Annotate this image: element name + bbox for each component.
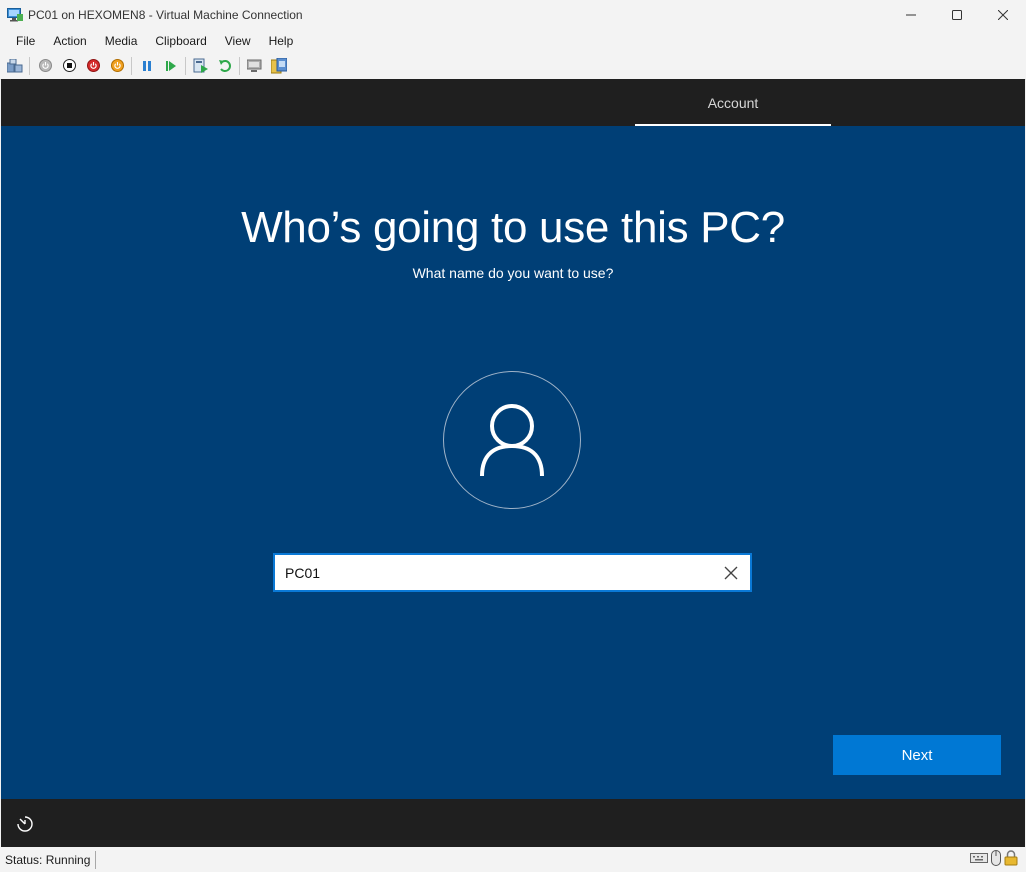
menu-view[interactable]: View <box>216 31 260 51</box>
window-title: PC01 on HEXOMEN8 - Virtual Machine Conne… <box>28 8 303 22</box>
vm-display[interactable]: Account Who’s going to use this PC? What… <box>1 79 1025 847</box>
menu-help[interactable]: Help <box>260 31 303 51</box>
pause-icon[interactable] <box>138 57 156 75</box>
title-bar: PC01 on HEXOMEN8 - Virtual Machine Conne… <box>0 0 1026 30</box>
lock-icon <box>1004 850 1018 866</box>
ctrl-alt-del-icon[interactable] <box>6 57 24 75</box>
close-icon <box>998 10 1008 20</box>
checkpoint-icon[interactable] <box>192 57 210 75</box>
toolbar-separator <box>131 56 132 75</box>
accessibility-icon[interactable] <box>15 814 35 834</box>
toolbar <box>0 52 1026 80</box>
shut-down-icon[interactable] <box>84 57 102 75</box>
close-icon <box>724 566 738 579</box>
start-icon[interactable] <box>36 57 54 75</box>
toolbar-separator <box>239 56 240 75</box>
enhanced-session-icon[interactable] <box>246 57 264 75</box>
user-icon <box>480 404 544 477</box>
resume-icon[interactable] <box>162 57 180 75</box>
status-text: Status: Running <box>0 850 97 869</box>
name-field <box>273 553 752 592</box>
menu-file[interactable]: File <box>7 31 44 51</box>
page-subtitle: What name do you want to use? <box>412 265 614 281</box>
minimize-button[interactable] <box>888 0 934 30</box>
oobe-header: Account <box>1 79 1025 126</box>
menu-action[interactable]: Action <box>44 31 95 51</box>
vm-connection-icon <box>7 8 23 22</box>
avatar <box>443 371 581 509</box>
clear-button[interactable] <box>712 556 750 589</box>
minimize-icon <box>906 14 916 16</box>
toolbar-separator <box>185 56 186 75</box>
share-icon[interactable] <box>270 57 288 75</box>
close-button[interactable] <box>980 0 1026 30</box>
revert-icon[interactable] <box>216 57 234 75</box>
keyboard-icon <box>970 852 988 864</box>
menu-clipboard[interactable]: Clipboard <box>146 31 215 51</box>
mouse-icon <box>991 850 1001 866</box>
save-icon[interactable] <box>108 57 126 75</box>
toolbar-separator <box>29 56 30 75</box>
oobe-footer <box>1 799 1025 847</box>
turn-off-icon[interactable] <box>60 57 78 75</box>
status-bar: Status: Running <box>0 847 1026 872</box>
user-name-input[interactable] <box>275 556 712 589</box>
maximize-icon <box>952 10 962 20</box>
maximize-button[interactable] <box>934 0 980 30</box>
menu-bar: File Action Media Clipboard View Help <box>0 30 1026 52</box>
tab-account: Account <box>635 79 831 126</box>
next-button[interactable]: Next <box>833 735 1001 775</box>
page-title: Who’s going to use this PC? <box>241 203 785 252</box>
menu-media[interactable]: Media <box>96 31 147 51</box>
